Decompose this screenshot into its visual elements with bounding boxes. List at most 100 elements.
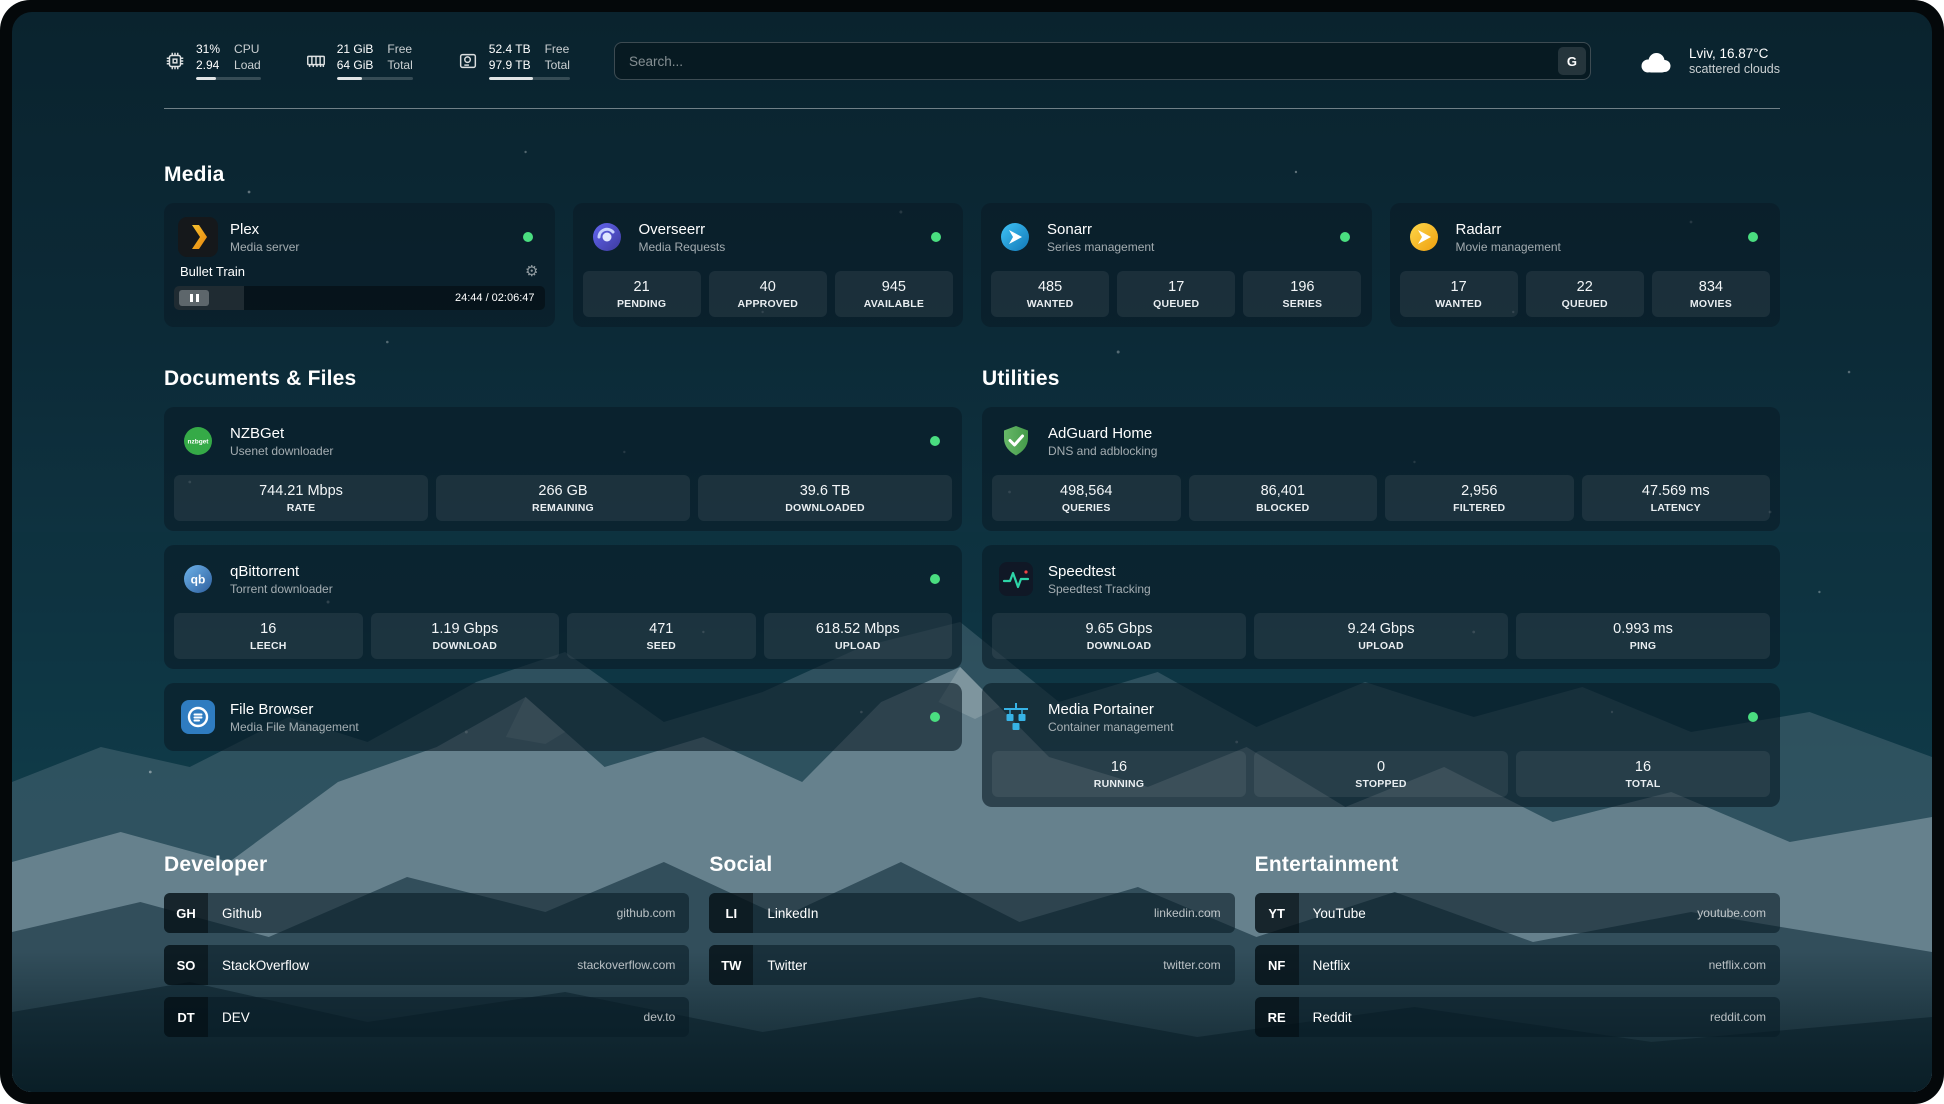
service-card-radarr[interactable]: Radarr Movie management 17 WANTED 2 [1390, 203, 1781, 327]
topbar: 31% 2.94 CPU Load [164, 36, 1780, 82]
search-bar: G [614, 42, 1591, 80]
memory-total-value: 64 GiB [337, 58, 374, 74]
bookmark-reddit[interactable]: RE Reddit reddit.com [1255, 997, 1780, 1037]
stat-queries: 498,564 QUERIES [992, 475, 1181, 521]
stat-approved: 40 APPROVED [709, 271, 827, 317]
bookmark-abbr: RE [1255, 997, 1299, 1037]
section-documents-files: Documents & Files nzbget NZBGet [164, 367, 962, 751]
bookmark-url: linkedin.com [1154, 906, 1221, 920]
status-dot-online [930, 436, 940, 446]
service-subtitle: DNS and adblocking [1048, 444, 1157, 458]
service-subtitle: Usenet downloader [230, 444, 333, 458]
cpu-usage-percent: 31% [196, 42, 220, 58]
bookmark-stackoverflow[interactable]: SO StackOverflow stackoverflow.com [164, 945, 689, 985]
disk-monitor: 52.4 TB 97.9 TB Free Total [457, 42, 570, 80]
disk-icon [457, 50, 479, 72]
playback-progress-bar[interactable]: 24:44 / 02:06:47 [174, 286, 545, 310]
section-title-developer: Developer [164, 853, 689, 877]
topbar-divider [164, 108, 1780, 109]
stat-leech: 16 LEECH [174, 613, 363, 659]
bookmark-url: dev.to [644, 1010, 676, 1024]
service-card-sonarr[interactable]: Sonarr Series management 485 WANTED [981, 203, 1372, 327]
bookmark-linkedin[interactable]: LI LinkedIn linkedin.com [709, 893, 1234, 933]
settings-gear-icon[interactable]: ⚙ [525, 264, 538, 279]
service-card-overseerr[interactable]: Overseerr Media Requests 21 PENDING [573, 203, 964, 327]
stat-running: 16 RUNNING [992, 751, 1246, 797]
bookmark-abbr: YT [1255, 893, 1299, 933]
stat-download: 9.65 Gbps DOWNLOAD [992, 613, 1246, 659]
bookmark-group-social: Social LI LinkedIn linkedin.com TW Twitt… [709, 853, 1234, 1037]
stat-wanted: 485 WANTED [991, 271, 1109, 317]
bookmark-dev[interactable]: DT DEV dev.to [164, 997, 689, 1037]
section-title-social: Social [709, 853, 1234, 877]
memory-free-label: Free [387, 42, 412, 58]
disk-free-label: Free [545, 42, 570, 58]
service-subtitle: Movie management [1456, 240, 1561, 254]
status-dot-online [930, 712, 940, 722]
service-card-speedtest[interactable]: Speedtest Speedtest Tracking 9.65 Gbps D… [982, 545, 1780, 669]
stat-rate: 744.21 Mbps RATE [174, 475, 428, 521]
bookmark-name: Netflix [1313, 958, 1351, 973]
bookmark-twitter[interactable]: TW Twitter twitter.com [709, 945, 1234, 985]
search-provider-button[interactable]: G [1558, 47, 1586, 75]
service-card-filebrowser[interactable]: File Browser Media File Management [164, 683, 962, 751]
section-title-utilities: Utilities [982, 367, 1780, 391]
svg-text:nzbget: nzbget [188, 439, 210, 446]
radarr-icon [1404, 217, 1444, 257]
stat-total: 16 TOTAL [1516, 751, 1770, 797]
stat-stopped: 0 STOPPED [1254, 751, 1508, 797]
service-card-adguard[interactable]: AdGuard Home DNS and adblocking 498,564 … [982, 407, 1780, 531]
bookmark-url: youtube.com [1697, 906, 1766, 920]
bookmark-abbr: NF [1255, 945, 1299, 985]
service-name: qBittorrent [230, 563, 333, 580]
nzbget-icon: nzbget [178, 421, 218, 461]
weather-location-temp: Lviv, 16.87°C [1689, 46, 1780, 61]
plex-icon [178, 217, 218, 257]
section-title-documents: Documents & Files [164, 367, 962, 391]
service-subtitle: Media server [230, 240, 299, 254]
service-name: Speedtest [1048, 563, 1151, 580]
stat-pending: 21 PENDING [583, 271, 701, 317]
bookmark-abbr: LI [709, 893, 753, 933]
disk-free-value: 52.4 TB [489, 42, 531, 58]
portainer-icon [996, 697, 1036, 737]
pause-button[interactable] [179, 290, 209, 306]
weather-condition: scattered clouds [1689, 62, 1780, 76]
section-utilities: Utilities [982, 367, 1780, 807]
dashboard-background: 31% 2.94 CPU Load [12, 12, 1932, 1092]
section-title-media: Media [164, 163, 1780, 187]
memory-free-value: 21 GiB [337, 42, 374, 58]
bookmark-name: YouTube [1313, 906, 1366, 921]
bookmark-github[interactable]: GH Github github.com [164, 893, 689, 933]
disk-progress-bar [489, 77, 570, 80]
memory-icon [305, 50, 327, 72]
cpu-label: CPU [234, 42, 261, 58]
stat-queued: 17 QUEUED [1117, 271, 1235, 317]
service-card-qbittorrent[interactable]: qb qBittorrent Torrent downloader [164, 545, 962, 669]
cpu-icon [164, 50, 186, 72]
memory-monitor: 21 GiB 64 GiB Free Total [305, 42, 413, 80]
service-name: Overseerr [639, 221, 726, 238]
stat-seed: 471 SEED [567, 613, 756, 659]
search-input[interactable] [614, 42, 1591, 80]
bookmark-url: stackoverflow.com [577, 958, 675, 972]
cpu-load-value: 2.94 [196, 58, 220, 74]
service-card-plex[interactable]: Plex Media server Bullet Train ⚙ [164, 203, 555, 327]
qbittorrent-icon: qb [178, 559, 218, 599]
stat-wanted: 17 WANTED [1400, 271, 1518, 317]
stat-queued: 22 QUEUED [1526, 271, 1644, 317]
service-card-portainer[interactable]: Media Portainer Container management 16 … [982, 683, 1780, 807]
status-dot-online [931, 232, 941, 242]
cpu-monitor: 31% 2.94 CPU Load [164, 42, 261, 80]
service-name: NZBGet [230, 425, 333, 442]
bookmark-youtube[interactable]: YT YouTube youtube.com [1255, 893, 1780, 933]
service-card-nzbget[interactable]: nzbget NZBGet Usenet downloader [164, 407, 962, 531]
bookmark-name: LinkedIn [767, 906, 818, 921]
disk-total-label: Total [545, 58, 570, 74]
service-name: Radarr [1456, 221, 1561, 238]
bookmark-abbr: GH [164, 893, 208, 933]
service-name: Sonarr [1047, 221, 1154, 238]
bookmark-group-entertainment: Entertainment YT YouTube youtube.com NF … [1255, 853, 1780, 1037]
memory-total-label: Total [387, 58, 412, 74]
bookmark-netflix[interactable]: NF Netflix netflix.com [1255, 945, 1780, 985]
